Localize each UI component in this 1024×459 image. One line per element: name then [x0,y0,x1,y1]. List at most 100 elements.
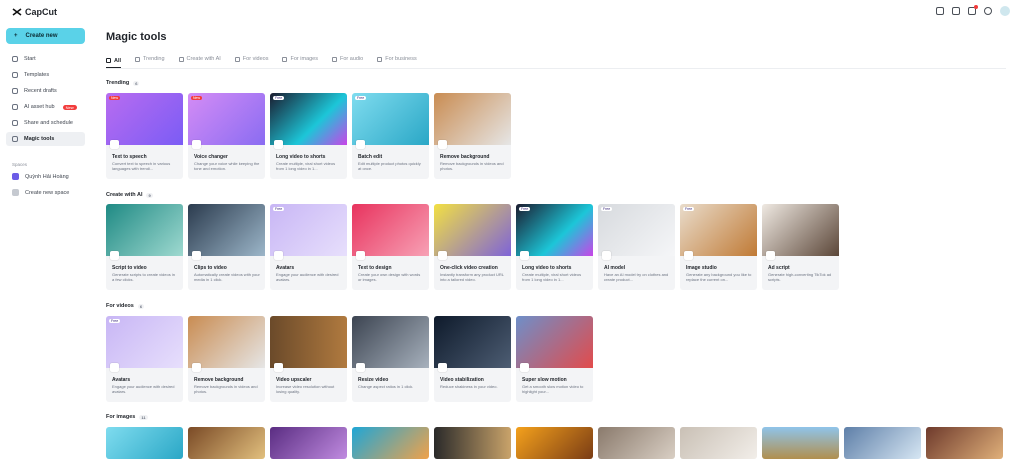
sidebar-item-templates[interactable]: Templates [6,68,85,82]
monitor-icon[interactable] [936,7,944,15]
card-thumbnail [926,427,1003,459]
plus-icon [12,189,19,196]
avatar[interactable] [1000,6,1010,16]
tab-trending[interactable]: Trending [135,54,165,64]
tool-card[interactable] [762,427,839,459]
printer-icon[interactable] [952,7,960,15]
sidebar-item-label: Start [24,56,36,62]
tool-card[interactable]: Super slow motion Get a smooth slow motio… [516,316,593,402]
section-count: 9 [146,192,153,198]
card-desc: Engage your audience with desired avatar… [112,384,175,394]
tab-label: For audio [340,56,364,62]
card-thumbnail: New [188,93,265,149]
tool-card[interactable]: Free Batch edit Edit multiple product phot… [352,93,429,179]
sidebar-item-start[interactable]: Start [6,52,85,66]
tool-icon [110,251,119,260]
tool-card[interactable] [926,427,1003,459]
audio-icon [332,56,337,62]
card-desc: Reduce shakiness in your video. [440,384,498,389]
tool-card[interactable] [434,427,511,459]
home-icon [12,56,18,62]
flame-icon [135,56,141,62]
card-title: Voice changer [194,154,228,160]
create-new-button[interactable]: + Create new [6,28,85,44]
tab-for-business[interactable]: For business [377,54,417,64]
tool-card[interactable] [352,427,429,459]
sidebar-item-magic-tools[interactable]: Magic tools [6,132,85,146]
create-new-space[interactable]: Create new space [12,189,69,196]
card-thumbnail [106,427,183,459]
tab-all[interactable]: All [106,54,122,68]
free-badge: Free [109,319,121,323]
bell-icon[interactable] [968,5,978,15]
help-icon[interactable] [984,7,992,15]
free-badge: Free [601,207,613,211]
section-title-for-images: For images 11 [106,414,148,420]
card-desc: Remove backgrounds in videos and photos. [440,161,504,171]
section-title-create-with-ai: Create with AI 9 [106,192,153,198]
section-title-text: Create with AI [106,192,143,198]
card-title: Long video to shorts [522,265,572,271]
card-title: Long video to shorts [276,154,326,160]
tab-for-images[interactable]: For images [282,54,318,64]
capcut-logo[interactable]: CapCut [12,7,57,17]
tool-card[interactable] [106,427,183,459]
tool-card[interactable]: Free Long video to shorts Create multiple,… [516,204,593,290]
tool-card[interactable]: Ad script Generate high-converting TikTok… [762,204,839,290]
space-item-user[interactable]: Quỳnh Hải Hoàng [12,173,69,180]
tab-create-with-ai[interactable]: Create with AI [178,54,221,64]
card-desc: Create multiple, viral short videos from… [276,161,336,171]
tool-card[interactable]: Resize video Change aspect ratios in 1 cl… [352,316,429,402]
template-icon [12,72,18,78]
tool-card[interactable]: Free Avatars Engage your audience with des… [106,316,183,402]
tool-icon [438,251,447,260]
tool-card[interactable]: Remove background Remove backgrounds in v… [188,316,265,402]
tool-card[interactable] [598,427,675,459]
tool-card[interactable] [270,427,347,459]
tool-card[interactable]: One-click video creation Instantly transf… [434,204,511,290]
tool-card[interactable]: Text to design Create your own design wit… [352,204,429,290]
tool-icon [110,363,119,372]
card-thumbnail [762,427,839,459]
tool-card[interactable] [680,427,757,459]
card-desc: Have an AI model try on clothes and crea… [604,272,669,282]
card-thumbnail [844,427,921,459]
tool-card[interactable]: Remove background Remove backgrounds in v… [434,93,511,179]
card-title: Avatars [112,377,131,383]
card-title: Text to speech [112,154,147,160]
plus-icon: + [14,33,18,39]
card-desc: Remove backgrounds in videos and photos. [194,384,258,394]
tool-card[interactable]: Free Image studio Generate any background … [680,204,757,290]
share-icon [12,120,18,126]
tab-for-audio[interactable]: For audio [332,54,363,64]
tool-card[interactable] [188,427,265,459]
tool-card[interactable]: Video upscaler Increase video resolution … [270,316,347,402]
tab-for-videos[interactable]: For videos [234,54,268,64]
tool-card[interactable]: Free Long video to shorts Create multiple,… [270,93,347,179]
card-thumbnail: Free [352,93,429,149]
tool-card[interactable]: Script to video Generate scripts to creat… [106,204,183,290]
tool-card[interactable]: New Voice changer Change your voice while … [188,93,265,179]
sidebar-item-ai-asset-hub[interactable]: AI asset hub New [6,100,85,114]
card-title: One-click video creation [440,265,498,271]
card-title: Avatars [276,265,295,271]
tool-card[interactable]: Free Avatars Engage your audience with des… [270,204,347,290]
card-thumbnail: Free [516,204,593,260]
tab-label: All [114,57,122,64]
tool-card[interactable] [516,427,593,459]
image-icon [282,56,288,62]
clock-icon [12,88,18,94]
tool-card[interactable]: Free AI model Have an AI model try on clot… [598,204,675,290]
sidebar-item-share-schedule[interactable]: Share and schedule [6,116,85,130]
tool-icon [274,363,283,372]
tool-card[interactable]: Video stabilization Reduce shakiness in y… [434,316,511,402]
card-thumbnail [188,427,265,459]
tool-card[interactable]: New Text to speech Convert text to speech … [106,93,183,179]
tool-icon [274,251,283,260]
card-thumbnail [270,427,347,459]
sidebar-item-recent-drafts[interactable]: Recent drafts [6,84,85,98]
tool-icon [192,251,201,260]
tool-card[interactable]: Clips to video Automatically create video… [188,204,265,290]
tool-card[interactable] [844,427,921,459]
tool-icon [356,140,365,149]
